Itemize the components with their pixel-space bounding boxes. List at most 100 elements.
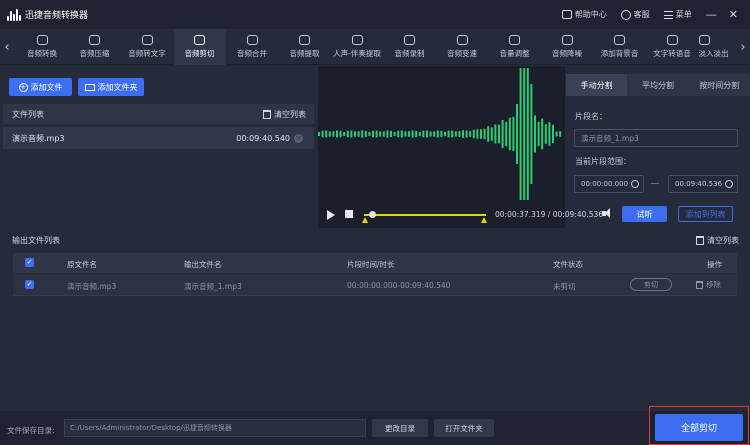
waveform-bar <box>408 131 410 137</box>
segment-name-input[interactable]: 演示音频_1.mp3 <box>574 129 738 147</box>
waveform-bar <box>368 131 371 137</box>
tool-label: 音量调整 <box>499 49 530 58</box>
range-start-input[interactable]: 00:00:00.000 <box>574 175 644 193</box>
tool-button[interactable]: 音频合并 <box>226 29 278 65</box>
tab-manual-split[interactable]: 手动分割 <box>566 74 628 96</box>
waveform-bar <box>372 130 374 138</box>
clear-output-list-button[interactable]: 清空列表 <box>696 235 739 246</box>
header-file-status: 文件状态 <box>553 260 583 269</box>
save-directory-label: 文件保存目录: <box>7 426 55 435</box>
waveform-bar <box>444 131 446 137</box>
output-table-header: ✓ 原文件名 输出文件名 片段时间/时长 文件状态 操作 <box>13 253 737 273</box>
add-folder-label: 添加文件夹 <box>97 82 138 92</box>
help-icon <box>561 10 572 19</box>
clear-file-list-button[interactable]: 清空列表 <box>263 109 306 120</box>
waveform-display[interactable] <box>318 66 565 202</box>
scissors-icon <box>194 35 205 45</box>
tool-button[interactable]: 音频剪切 <box>173 29 226 65</box>
playhead-handle[interactable] <box>368 211 376 218</box>
tool-button[interactable]: 音量调整 <box>489 29 541 65</box>
help-center-button[interactable]: 帮助中心 <box>561 9 607 20</box>
waveform-bar <box>519 68 522 200</box>
tool-button[interactable]: 淡入淡出 <box>698 29 731 65</box>
row-cut-button[interactable]: 剪切 <box>630 278 672 291</box>
waveform-bar <box>559 131 562 137</box>
split-tabs: 手动分割 平均分割 按时间分割 <box>566 74 750 96</box>
waveform-bar <box>426 130 428 138</box>
waveform-bar <box>364 130 367 138</box>
tool-button[interactable]: 音频转换 <box>16 29 68 65</box>
waveform-bar <box>440 130 443 138</box>
waveform-bar <box>447 130 450 138</box>
volume-icon <box>509 35 520 45</box>
plus-icon: + <box>18 82 28 92</box>
waveform-bar <box>354 131 356 137</box>
trash-icon <box>263 109 271 119</box>
waveform-graphic <box>318 68 562 200</box>
range-end-handle[interactable] <box>481 217 487 223</box>
range-start-handle[interactable] <box>362 217 368 223</box>
tool-label: 音频转换 <box>27 49 57 58</box>
background-music-icon <box>614 35 625 45</box>
tool-button[interactable]: 音频提取 <box>279 29 331 65</box>
audition-button[interactable]: 试听 <box>622 206 667 222</box>
text-to-speech-icon <box>666 35 678 45</box>
waveform-bar <box>346 130 349 138</box>
waveform-bar <box>386 130 389 138</box>
add-to-list-button[interactable]: 添加到列表 <box>678 206 733 222</box>
cut-all-button[interactable]: 全部剪切 <box>655 414 743 441</box>
waveform-bar <box>494 124 497 144</box>
waveform-bar <box>393 131 396 137</box>
menu-icon <box>663 10 673 19</box>
tool-button[interactable]: 音频降噪 <box>541 29 593 65</box>
app-window: 迅捷音频转换器 帮助中心 客服 菜单 — ✕ ‹ › 音频转换 音频压缩 音频转文字… <box>0 0 750 445</box>
table-row[interactable]: ✓ 演示音频.mp3 演示音频_1.mp3 00:00:00.000-00:09… <box>13 274 737 296</box>
select-all-checkbox[interactable]: ✓ <box>25 258 34 267</box>
save-directory-input[interactable]: C:/Users/Administrator/Desktop/迅捷音频转换器 <box>64 419 366 437</box>
row-checkbox[interactable]: ✓ <box>25 280 34 289</box>
tool-button[interactable]: 音频转文字 <box>121 29 173 65</box>
add-folder-button[interactable]: 添加文件夹 <box>78 78 144 96</box>
waveform-bar <box>382 131 385 137</box>
row-remove-button[interactable]: 移除 <box>696 279 721 290</box>
file-list-item[interactable]: 演示音频.mp3 00:09:40.540 × <box>3 127 314 149</box>
headset-icon <box>620 9 631 20</box>
volume-icon[interactable] <box>602 208 612 218</box>
tool-button[interactable]: 文字转语音 <box>646 29 698 65</box>
header-segment-time: 片段时间/时长 <box>347 260 395 269</box>
stop-icon[interactable] <box>345 210 353 218</box>
tool-button[interactable]: 音频录制 <box>384 29 436 65</box>
add-file-button[interactable]: + 添加文件 <box>9 78 72 96</box>
waveform-bar <box>523 68 526 200</box>
customer-service-button[interactable]: 客服 <box>620 9 650 20</box>
tab-average-split[interactable]: 平均分割 <box>627 74 689 96</box>
toolbar-prev-arrow-icon[interactable]: ‹ <box>0 29 14 65</box>
open-folder-button[interactable]: 打开文件夹 <box>434 419 494 437</box>
tool-button[interactable]: 人声-伴奏提取 <box>331 29 383 65</box>
range-start-value: 00:00:00.000 <box>581 180 629 188</box>
record-icon <box>404 35 415 45</box>
row-remove-label: 移除 <box>706 280 721 289</box>
trash-icon <box>696 236 704 245</box>
play-icon[interactable] <box>327 210 335 220</box>
waveform-bar <box>379 131 382 137</box>
tool-label: 音频转文字 <box>128 49 166 58</box>
waveform-bar <box>526 68 529 200</box>
close-button[interactable]: ✕ <box>729 9 738 20</box>
tool-button[interactable]: 音频变速 <box>436 29 488 65</box>
tool-label: 人声-伴奏提取 <box>333 49 381 58</box>
menu-button[interactable]: 菜单 <box>663 9 692 20</box>
change-directory-button[interactable]: 更改目录 <box>372 419 428 437</box>
playback-time: 00:00:37.319 / 00:09:40.536 <box>495 210 603 219</box>
range-end-input[interactable]: 00:09:40.536 <box>668 175 738 193</box>
tool-button[interactable]: 音频压缩 <box>69 29 121 65</box>
remove-file-icon[interactable]: × <box>294 133 303 143</box>
tool-button[interactable]: 添加背景音 <box>594 29 646 65</box>
waveform-bar <box>390 130 392 138</box>
tab-time-split[interactable]: 按时间分割 <box>688 74 750 96</box>
selection-range-bar[interactable] <box>364 214 486 216</box>
waveform-bar <box>415 130 418 138</box>
toolbar-next-arrow-icon[interactable]: › <box>736 29 750 65</box>
minimize-button[interactable]: — <box>706 9 717 20</box>
waveform-bar <box>350 130 353 138</box>
